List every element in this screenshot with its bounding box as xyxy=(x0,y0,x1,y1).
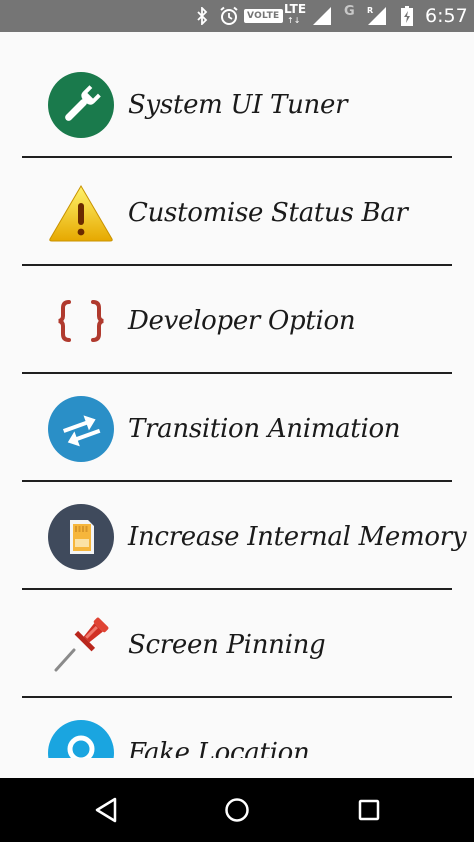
battery-charging-icon xyxy=(398,0,416,32)
menu-item-label: System UI Tuner xyxy=(128,90,348,120)
alarm-icon xyxy=(218,0,240,32)
menu-item-label: Increase Internal Memory xyxy=(128,522,467,552)
lte-activity-arrows: ↑↓ xyxy=(287,16,301,25)
menu-item-label: Customise Status Bar xyxy=(128,198,408,228)
warning-icon xyxy=(48,180,114,246)
braces-icon xyxy=(48,288,114,354)
menu-item-system-ui-tuner[interactable]: System UI Tuner xyxy=(0,50,474,158)
menu-item-increase-internal-memory[interactable]: Increase Internal Memory xyxy=(0,482,474,590)
menu-item-transition-animation[interactable]: Transition Animation xyxy=(0,374,474,482)
signal-strength-2-icon xyxy=(366,0,388,32)
menu-item-customise-status-bar[interactable]: Customise Status Bar xyxy=(0,158,474,266)
lte-label: LTE xyxy=(284,2,307,16)
back-triangle-icon xyxy=(95,797,117,823)
back-button[interactable] xyxy=(90,794,122,826)
home-button[interactable] xyxy=(221,794,253,826)
recents-square-icon xyxy=(358,799,380,821)
signal-strength-icon xyxy=(311,0,333,32)
bluetooth-icon xyxy=(194,0,210,32)
navigation-bar xyxy=(0,778,474,842)
menu-item-label: Developer Option xyxy=(128,306,356,336)
status-bar: VOLTE LTE ↑↓ G R 6:57 xyxy=(0,0,474,32)
volte-badge: VOLTE xyxy=(244,9,283,23)
sd-card-icon xyxy=(48,504,114,570)
menu-list: System UI Tuner Customise Status Bar Dev… xyxy=(0,32,474,758)
wrench-icon xyxy=(48,72,114,138)
pushpin-icon xyxy=(48,612,114,678)
menu-item-screen-pinning[interactable]: Screen Pinning xyxy=(0,590,474,698)
menu-item-developer-option[interactable]: Developer Option xyxy=(0,266,474,374)
home-circle-icon xyxy=(225,798,249,822)
recents-button[interactable] xyxy=(353,794,385,826)
menu-item-label: Screen Pinning xyxy=(128,630,326,660)
menu-item-label: Fake Location xyxy=(128,738,310,758)
menu-item-fake-location[interactable]: Fake Location xyxy=(0,698,474,758)
clock: 6:57 xyxy=(425,5,468,27)
network-type-label: G xyxy=(344,4,355,19)
swap-arrows-icon xyxy=(48,396,114,462)
menu-item-label: Transition Animation xyxy=(128,414,401,444)
location-pin-icon xyxy=(48,720,114,758)
